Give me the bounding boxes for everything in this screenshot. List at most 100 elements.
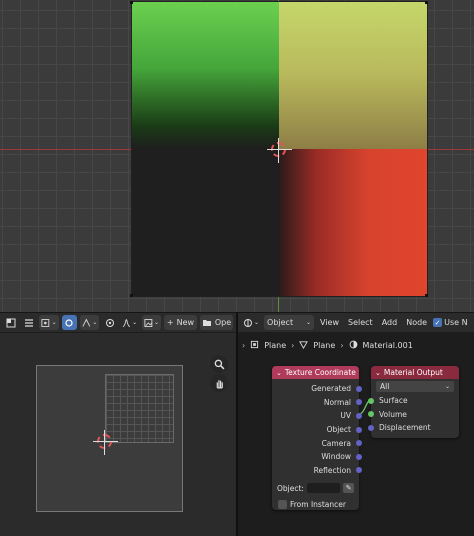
uv-editor-header: ⌄ ⌄ ⌄ ⌄ + New Ope (0, 312, 236, 332)
node-title: Texture Coordinate (284, 368, 356, 377)
breadcrumb-arrow-icon: › (340, 340, 344, 350)
use-nodes-label: Use N (444, 318, 468, 327)
new-label: New (176, 318, 195, 327)
mesh-data-icon (299, 340, 309, 351)
breadcrumb-material: Material.001 (362, 340, 413, 350)
output-object: Object (272, 423, 362, 437)
sync-selection-icon[interactable] (61, 315, 77, 330)
object-type-dropdown[interactable]: Object ⌄ (264, 315, 315, 330)
menu-add[interactable]: Add (379, 318, 401, 327)
object-field[interactable] (306, 483, 341, 494)
socket-label: Object (326, 425, 351, 435)
vector-socket[interactable] (356, 399, 362, 406)
use-nodes-toggle[interactable]: ✓ Use N (433, 318, 468, 327)
menu-hamburger-icon[interactable] (21, 315, 36, 330)
socket-label: Surface (379, 396, 408, 406)
3d-viewport[interactable] (0, 0, 474, 312)
sticky-select-icon[interactable]: ⌄ (79, 315, 100, 330)
open-label: Ope (214, 318, 232, 327)
from-instancer-label: From Instancer (290, 500, 346, 510)
checkbox-unchecked-icon (278, 500, 287, 510)
uv-editor-canvas[interactable] (0, 333, 236, 536)
plus-icon: + (166, 318, 174, 327)
plane-quadrant-black (132, 149, 279, 296)
socket-label: Camera (321, 438, 351, 448)
texture-coordinate-node[interactable]: ⌄ Texture Coordinate Generated Normal UV… (272, 366, 362, 510)
vector-socket[interactable] (356, 440, 362, 447)
output-generated: Generated (272, 382, 362, 396)
material-icon (349, 340, 358, 351)
plane-quadrant-red (279, 149, 427, 296)
node-header[interactable]: ⌄ Material Output (371, 366, 459, 379)
from-instancer-checkbox[interactable]: From Instancer (272, 500, 359, 510)
open-image-button[interactable]: Ope (200, 315, 233, 330)
output-reflection: Reflection (272, 464, 362, 478)
folder-icon (202, 317, 212, 329)
uv-island[interactable] (105, 374, 174, 443)
breadcrumb-object: Plane (264, 340, 287, 350)
target-value: All (380, 382, 390, 391)
plane-vertex (425, 294, 428, 297)
vector-socket[interactable] (356, 453, 362, 460)
image-type-icon[interactable]: ⌄ (142, 315, 161, 330)
plane-vertex (425, 1, 428, 4)
socket-label: Generated (311, 384, 351, 394)
vector-socket[interactable] (356, 426, 362, 433)
plane-quadrant-green (132, 2, 279, 149)
proportional-edit-icon[interactable] (102, 315, 118, 330)
material-output-node[interactable]: ⌄ Material Output All ⌄ Surface Volume D… (368, 366, 459, 438)
output-normal: Normal (272, 396, 362, 410)
pan-hand-icon[interactable] (210, 374, 228, 392)
chevron-down-icon[interactable]: ⌄ (375, 369, 381, 377)
plane-vertex (130, 294, 133, 297)
chevron-down-icon: ⌄ (306, 319, 312, 326)
node-header[interactable]: ⌄ Texture Coordinate (272, 366, 359, 379)
node-editor-header: ⌄ Object ⌄ View Select Add Node ✓ Use N (238, 312, 474, 332)
breadcrumb-arrow-icon: › (291, 340, 295, 350)
output-window: Window (272, 450, 362, 464)
shader-socket[interactable] (368, 411, 374, 418)
input-surface: Surface (368, 394, 459, 408)
3d-cursor-icon[interactable] (267, 138, 292, 163)
node-title: Material Output (383, 368, 443, 377)
socket-label: UV (340, 411, 351, 421)
socket-label: Window (321, 452, 351, 462)
menu-view[interactable]: View (317, 318, 342, 327)
breadcrumb-mesh: Plane (313, 340, 336, 350)
object-type-label: Object (267, 318, 294, 327)
new-image-button[interactable]: + New (163, 315, 197, 330)
eyedropper-icon[interactable]: ✎ (343, 483, 354, 494)
chevron-down-icon: ⌄ (444, 383, 450, 390)
breadcrumb-arrow-icon: › (242, 340, 246, 350)
plane-vertex (130, 1, 133, 4)
select-box-icon[interactable] (3, 315, 18, 330)
plane-quadrant-yellow (279, 2, 427, 149)
socket-label: Volume (379, 409, 407, 419)
uv-select-mode-icon[interactable]: ⌄ (39, 315, 59, 330)
socket-label: Displacement (379, 423, 431, 433)
target-dropdown[interactable]: All ⌄ (376, 381, 454, 392)
shader-node-editor[interactable]: › Plane › Plane › Material.001 ⌄ Texture… (238, 333, 474, 536)
vector-socket[interactable] (356, 412, 362, 419)
object-field-label: Object: (277, 483, 304, 493)
output-camera: Camera (272, 436, 362, 450)
vector-socket[interactable] (356, 385, 362, 392)
vector-socket[interactable] (368, 424, 374, 431)
chevron-down-icon[interactable]: ⌄ (276, 369, 282, 377)
output-uv: UV (272, 409, 362, 423)
input-volume: Volume (368, 408, 459, 422)
socket-label: Normal (323, 397, 351, 407)
menu-node[interactable]: Node (403, 318, 430, 327)
editor-type-icon[interactable]: ⌄ (241, 315, 262, 330)
socket-label: Reflection (313, 465, 351, 475)
vector-socket[interactable] (356, 467, 362, 474)
2d-cursor-icon[interactable] (93, 430, 118, 455)
breadcrumb: › Plane › Plane › Material.001 (238, 337, 413, 353)
shader-socket[interactable] (368, 397, 374, 404)
zoom-icon[interactable] (210, 355, 228, 373)
menu-select[interactable]: Select (345, 318, 376, 327)
object-data-icon (250, 340, 259, 351)
falloff-curve-icon[interactable]: ⌄ (120, 315, 140, 330)
object-field-row: Object: ✎ (272, 483, 359, 494)
checkbox-checked-icon: ✓ (433, 318, 443, 327)
